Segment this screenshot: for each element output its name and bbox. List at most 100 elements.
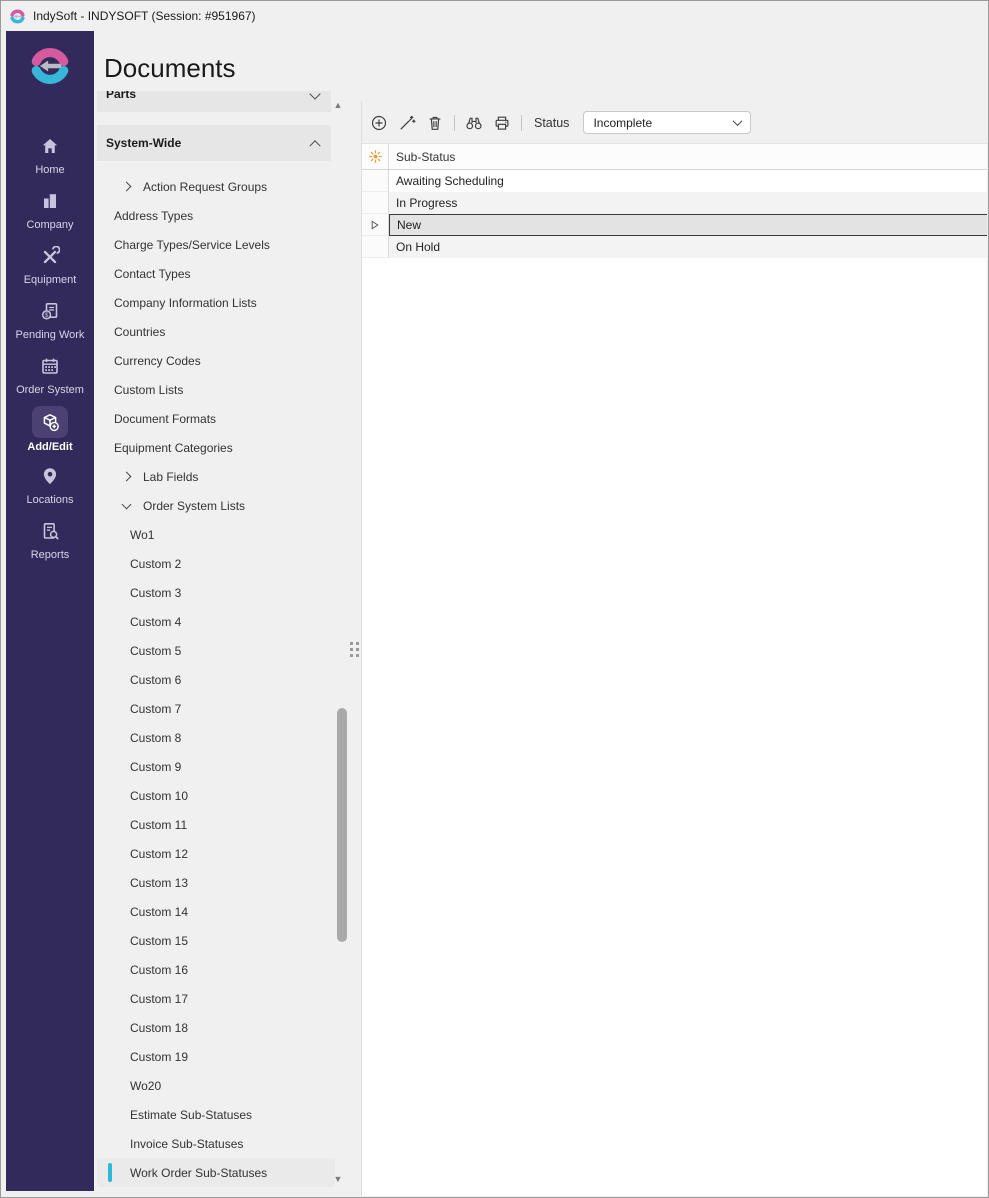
tree-item[interactable]: Estimate Sub-Statuses [97, 1100, 335, 1129]
tree-item-label: Custom 7 [130, 702, 181, 716]
sidebar-item-label: Pending Work [16, 329, 85, 341]
tree-item-label: Charge Types/Service Levels [114, 238, 270, 252]
print-button[interactable] [493, 114, 511, 132]
delete-icon [426, 114, 444, 132]
section-label: System-Wide [106, 136, 311, 150]
sub-status-cell[interactable]: In Progress [389, 192, 987, 214]
tree-item-label: Order System Lists [143, 499, 245, 513]
sidebar-item-equipment[interactable]: Equipment [6, 241, 94, 296]
tree-item-label: Custom 14 [130, 905, 188, 919]
tree-item[interactable]: Currency Codes [97, 346, 335, 375]
sub-status-cell[interactable]: Awaiting Scheduling [389, 170, 987, 192]
tree-item[interactable]: Order System Lists [97, 491, 335, 520]
edit-button[interactable] [398, 114, 416, 132]
chevron-up-icon [309, 140, 320, 151]
tree-item[interactable]: Custom 11 [97, 810, 335, 839]
tree-item[interactable]: Custom 4 [97, 607, 335, 636]
tree-item[interactable]: Custom 9 [97, 752, 335, 781]
chevron-icon[interactable] [122, 499, 132, 509]
toolbar-separator [454, 115, 455, 131]
grid-header-row: Sub-Status [362, 143, 987, 170]
tree-item[interactable]: Wo1 [97, 520, 335, 549]
chevron-icon[interactable] [122, 182, 132, 192]
tree-section-system-wide[interactable]: System-Wide [97, 125, 331, 161]
sidebar-item-label: Company [26, 219, 73, 231]
tree-item[interactable]: Lab Fields [97, 462, 335, 491]
chevron-icon[interactable] [122, 472, 132, 482]
find-button[interactable] [465, 114, 483, 132]
tree-item[interactable]: Invoice Sub-Statuses [97, 1129, 335, 1158]
tree-item[interactable]: Work Order Sub-Statuses [97, 1158, 335, 1187]
tree-item[interactable]: Charge Types/Service Levels [97, 230, 335, 259]
tree-item[interactable]: Contact Types [97, 259, 335, 288]
tree-item[interactable]: Address Types [97, 201, 335, 230]
tree-item[interactable]: Custom Lists [97, 375, 335, 404]
sidebar-item-label: Home [35, 164, 64, 176]
add-icon [370, 114, 388, 132]
tree-item-label: Custom 4 [130, 615, 181, 629]
grid-row[interactable]: In Progress [362, 192, 987, 214]
delete-button[interactable] [426, 114, 444, 132]
splitter-drag-handle-icon[interactable] [350, 642, 353, 645]
sidebar-item-label: Locations [26, 494, 73, 506]
tree-item[interactable]: Custom 5 [97, 636, 335, 665]
tree-item[interactable]: Custom 17 [97, 984, 335, 1013]
tree-clipped-section[interactable]: Parts [97, 91, 331, 112]
map-pin-icon [40, 466, 60, 486]
app-logo-icon [9, 8, 26, 25]
status-dropdown-value: Incomplete [593, 116, 734, 130]
scroll-down-icon[interactable]: ▼ [331, 1174, 345, 1184]
tree-item[interactable]: Custom 7 [97, 694, 335, 723]
grid-row[interactable]: New [362, 214, 987, 236]
tree-item-label: Invoice Sub-Statuses [130, 1137, 243, 1151]
status-dropdown[interactable]: Incomplete [583, 111, 751, 134]
sub-status-cell[interactable]: On Hold [389, 236, 987, 258]
tree-item[interactable]: Custom 6 [97, 665, 335, 694]
tree-item-label: Currency Codes [114, 354, 201, 368]
sidebar-item-pending-work[interactable]: $ Pending Work [6, 296, 94, 351]
tree-item-label: Lab Fields [143, 470, 198, 484]
tree-item[interactable]: Custom 10 [97, 781, 335, 810]
page-title: Documents [104, 53, 236, 84]
tree-item-label: Wo20 [130, 1079, 161, 1093]
add-button[interactable] [370, 114, 388, 132]
sidebar-item-locations[interactable]: Locations [6, 461, 94, 516]
tree-item[interactable]: Custom 16 [97, 955, 335, 984]
tree-item-label: Custom 19 [130, 1050, 188, 1064]
tree-item-label: Custom 5 [130, 644, 181, 658]
tree-item-label: Custom 13 [130, 876, 188, 890]
tree-item[interactable]: Custom 15 [97, 926, 335, 955]
tree-item[interactable]: Company Information Lists [97, 288, 335, 317]
grid-row[interactable]: Awaiting Scheduling [362, 170, 987, 192]
tree-item-label: Custom 2 [130, 557, 181, 571]
scroll-up-icon[interactable]: ▲ [331, 100, 345, 110]
tree-item[interactable]: Equipment Categories [97, 433, 335, 462]
document-coin-icon: $ [40, 301, 60, 321]
column-header-sub-status[interactable]: Sub-Status [389, 144, 987, 169]
tree-scrollbar-thumb[interactable] [337, 708, 347, 942]
tree-item[interactable]: Wo20 [97, 1071, 335, 1100]
tree-item[interactable]: Action Request Groups [97, 172, 335, 201]
window-title: IndySoft - INDYSOFT (Session: #951967) [33, 9, 256, 23]
chevron-down-icon [733, 116, 743, 126]
svg-text:$: $ [45, 312, 49, 319]
crossed-tools-icon [40, 246, 60, 266]
tree-item[interactable]: Custom 13 [97, 868, 335, 897]
sidebar-item-reports[interactable]: Reports [6, 516, 94, 571]
sidebar-item-home[interactable]: Home [6, 131, 94, 186]
tree-item[interactable]: Document Formats [97, 404, 335, 433]
tree-item[interactable]: Custom 12 [97, 839, 335, 868]
tree-item-label: Custom Lists [114, 383, 183, 397]
sidebar-item-add-edit[interactable]: Add/Edit [6, 406, 94, 461]
sidebar-item-order-system[interactable]: Order System [6, 351, 94, 406]
tree-item[interactable]: Countries [97, 317, 335, 346]
grid-row[interactable]: On Hold [362, 236, 987, 258]
tree-item[interactable]: Custom 2 [97, 549, 335, 578]
tree-item[interactable]: Custom 14 [97, 897, 335, 926]
sub-status-cell[interactable]: New [389, 214, 987, 236]
tree-item[interactable]: Custom 19 [97, 1042, 335, 1071]
tree-item[interactable]: Custom 18 [97, 1013, 335, 1042]
tree-item[interactable]: Custom 8 [97, 723, 335, 752]
sidebar-item-company[interactable]: Company [6, 186, 94, 241]
tree-item[interactable]: Custom 3 [97, 578, 335, 607]
